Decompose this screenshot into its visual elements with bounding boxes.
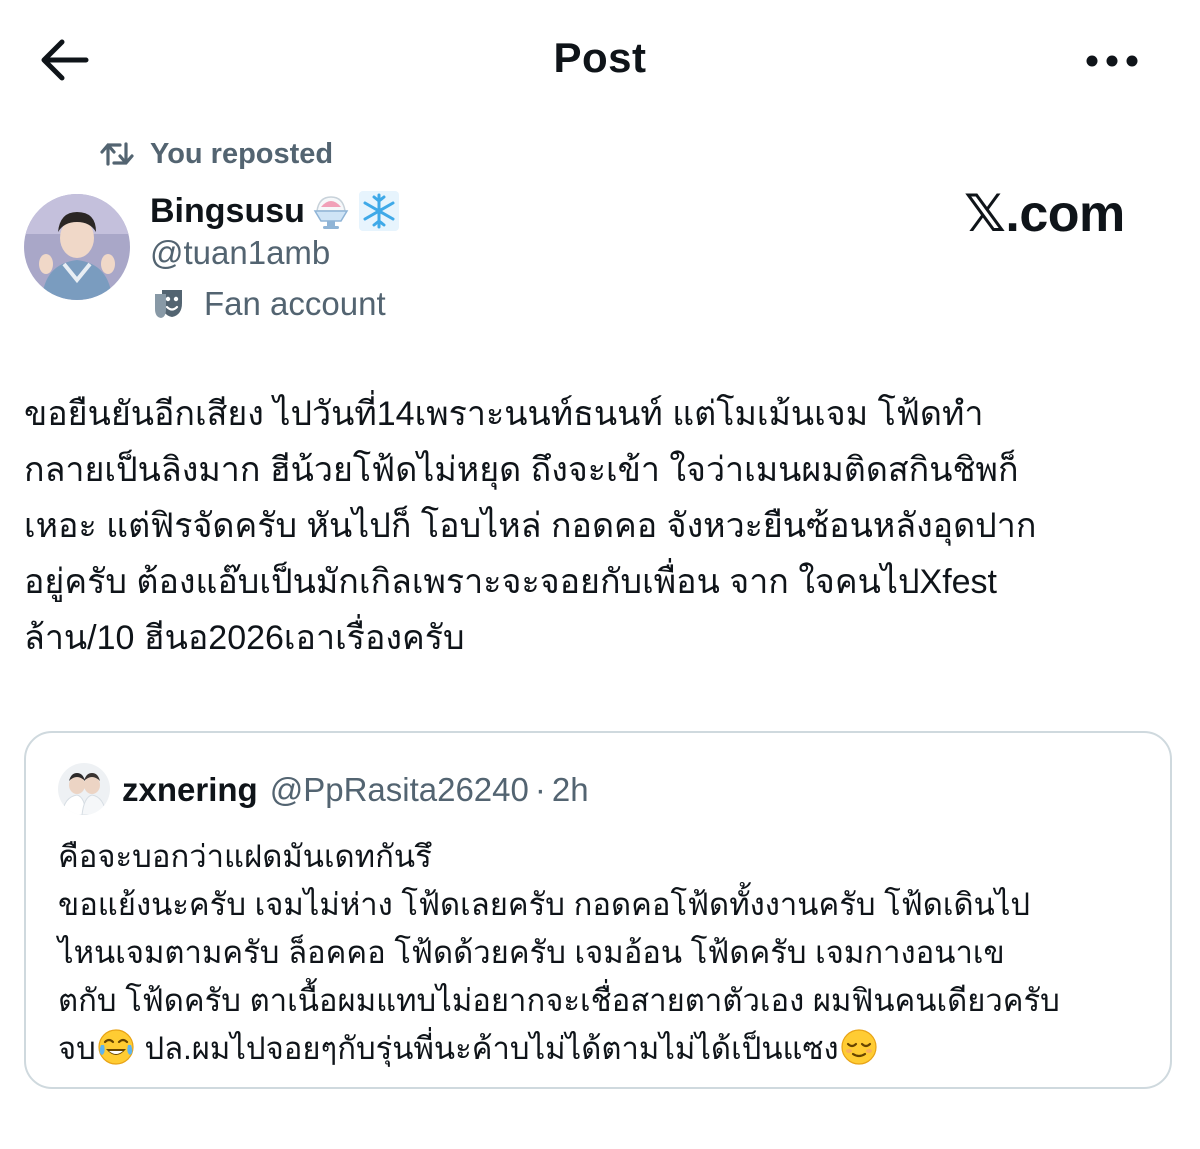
quote-avatar[interactable]: [58, 763, 110, 815]
repost-text: You reposted: [150, 137, 334, 170]
quoted-post-card[interactable]: zxnering @PpRasita26240 · 2h คือจะบอกว่า…: [24, 731, 1172, 1089]
author-display-name[interactable]: Bingsusu: [150, 188, 401, 234]
more-options-button[interactable]: [1084, 50, 1140, 72]
author-handle[interactable]: @tuan1amb: [150, 234, 330, 272]
fan-account-text: Fan account: [204, 285, 386, 322]
repost-indicator[interactable]: You reposted: [100, 134, 333, 174]
quote-body-text: คือจะบอกว่าแฝดมันเดทกันรึ ขอแย้งนะครับ เ…: [58, 833, 1148, 1073]
avatar-image: [24, 194, 130, 300]
x-com-watermark: 𝕏.com: [964, 185, 1125, 243]
quote-separator: ·: [534, 771, 546, 808]
theater-mask-icon: [155, 290, 182, 318]
snowflake-emoji: [358, 191, 399, 231]
quote-header: zxnering @PpRasita26240 · 2h: [122, 767, 589, 813]
quote-avatar-image: [58, 763, 110, 815]
quote-display-name[interactable]: zxnering: [122, 771, 258, 809]
top-bar: Post: [0, 0, 1200, 120]
quote-timestamp[interactable]: 2h: [552, 771, 589, 809]
quote-handle[interactable]: @PpRasita26240: [270, 771, 529, 809]
page-title: Post: [553, 34, 647, 81]
avatar[interactable]: [24, 194, 130, 300]
shaved-ice-emoji: [313, 196, 349, 229]
post-body-text: ขอยืนยันอีกเสียง ไปวันที่14เพราะนนท์ธนนท…: [24, 395, 1037, 657]
quote-text-tail: ปล.ผมไปจอยๆกับรุ่นพี่นะค้าบไม่ได้ตามไม่ไ…: [135, 1031, 839, 1066]
relieved-face-emoji: [841, 1029, 877, 1065]
tears-of-joy-emoji: [98, 1029, 134, 1065]
repost-icon: [100, 142, 134, 166]
ellipsis-icon: [1086, 55, 1138, 67]
fan-account-label[interactable]: Fan account: [150, 282, 386, 326]
author-name-text: Bingsusu: [150, 191, 305, 230]
